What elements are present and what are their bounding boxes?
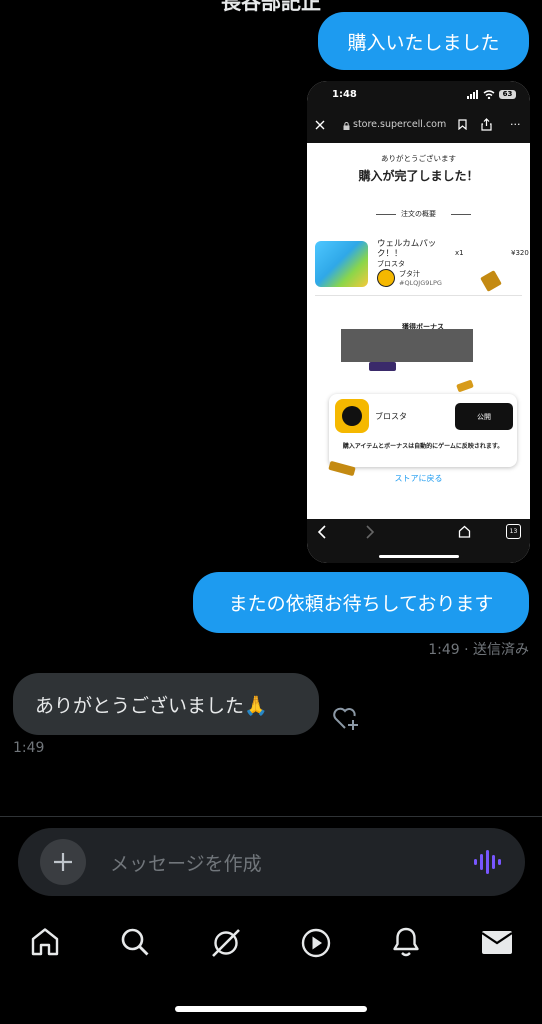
- message-status: 1:49 · 送信済み: [428, 642, 529, 658]
- decoration-shape: [456, 379, 474, 393]
- screenshot-status-time: 1:48: [332, 89, 357, 100]
- add-reaction-heart-icon[interactable]: [332, 704, 362, 732]
- more-icon: ···: [510, 118, 521, 131]
- tabs-count: 13: [506, 524, 521, 539]
- messages-envelope-icon[interactable]: [481, 928, 513, 956]
- outgoing-message[interactable]: 購入いたしました: [318, 12, 529, 70]
- message-composer[interactable]: [18, 828, 525, 896]
- bookmark-icon: [458, 119, 467, 130]
- grok-icon[interactable]: [210, 927, 242, 959]
- player-name: ブタ汁: [399, 270, 420, 278]
- back-arrow-icon: [317, 525, 326, 539]
- voice-message-icon[interactable]: [473, 848, 501, 876]
- item-quantity: x1: [455, 249, 464, 257]
- back-to-store-link: ストアに戻る: [394, 474, 443, 483]
- screenshot-url: store.supercell.com: [353, 119, 447, 130]
- attached-screenshot[interactable]: 1:48 63 store.supercell.com ··· ありがとうござい…: [307, 81, 530, 563]
- bonus-notice: 購入アイテムとボーナスは自動的にゲームに反映されます。: [342, 443, 504, 450]
- screenshot-home-indicator: [379, 555, 459, 558]
- plus-icon: [54, 853, 72, 871]
- bottom-navigation: [0, 905, 542, 981]
- search-icon[interactable]: [120, 927, 150, 957]
- bonus-item-image: [369, 362, 396, 371]
- forward-arrow-icon: [366, 525, 375, 539]
- app-name: ブロスタ: [375, 412, 407, 421]
- decoration-shape: [480, 270, 502, 292]
- item-game: ブロスタ: [377, 260, 405, 268]
- redaction-block: [341, 329, 473, 362]
- home-icon[interactable]: [30, 927, 60, 957]
- divider: [451, 214, 471, 215]
- message-input[interactable]: メッセージを作成: [110, 849, 262, 876]
- item-price: ¥320: [511, 249, 529, 257]
- item-name: ウェルカムパック！！: [377, 239, 437, 259]
- close-icon: [315, 120, 325, 130]
- divider: [0, 816, 542, 817]
- battery-icon: 63: [499, 90, 516, 99]
- pack-image: [315, 241, 368, 287]
- open-app-button: 公開: [455, 403, 513, 430]
- home-indicator: [175, 1006, 367, 1012]
- add-media-button[interactable]: [40, 839, 86, 885]
- outgoing-message[interactable]: またの依頼お待ちしております: [193, 572, 529, 633]
- player-tag: #QLQJG9LPG: [399, 279, 442, 287]
- signal-icon: [467, 90, 478, 99]
- lock-icon: [343, 122, 350, 130]
- thanks-text: ありがとうございます: [381, 154, 456, 163]
- incoming-message[interactable]: ありがとうございました🙏: [13, 673, 319, 735]
- player-avatar: [377, 269, 395, 287]
- divider: [315, 295, 522, 296]
- purchase-heading: 購入が完了しました！: [358, 169, 479, 183]
- summary-label: 注文の概要: [401, 210, 436, 218]
- home-icon: [458, 525, 471, 538]
- message-time: 1:49: [13, 740, 45, 756]
- share-icon: [481, 118, 492, 131]
- wifi-icon: [483, 90, 495, 99]
- notifications-bell-icon[interactable]: [391, 926, 421, 958]
- video-play-icon[interactable]: [300, 927, 332, 959]
- app-icon: [335, 399, 369, 433]
